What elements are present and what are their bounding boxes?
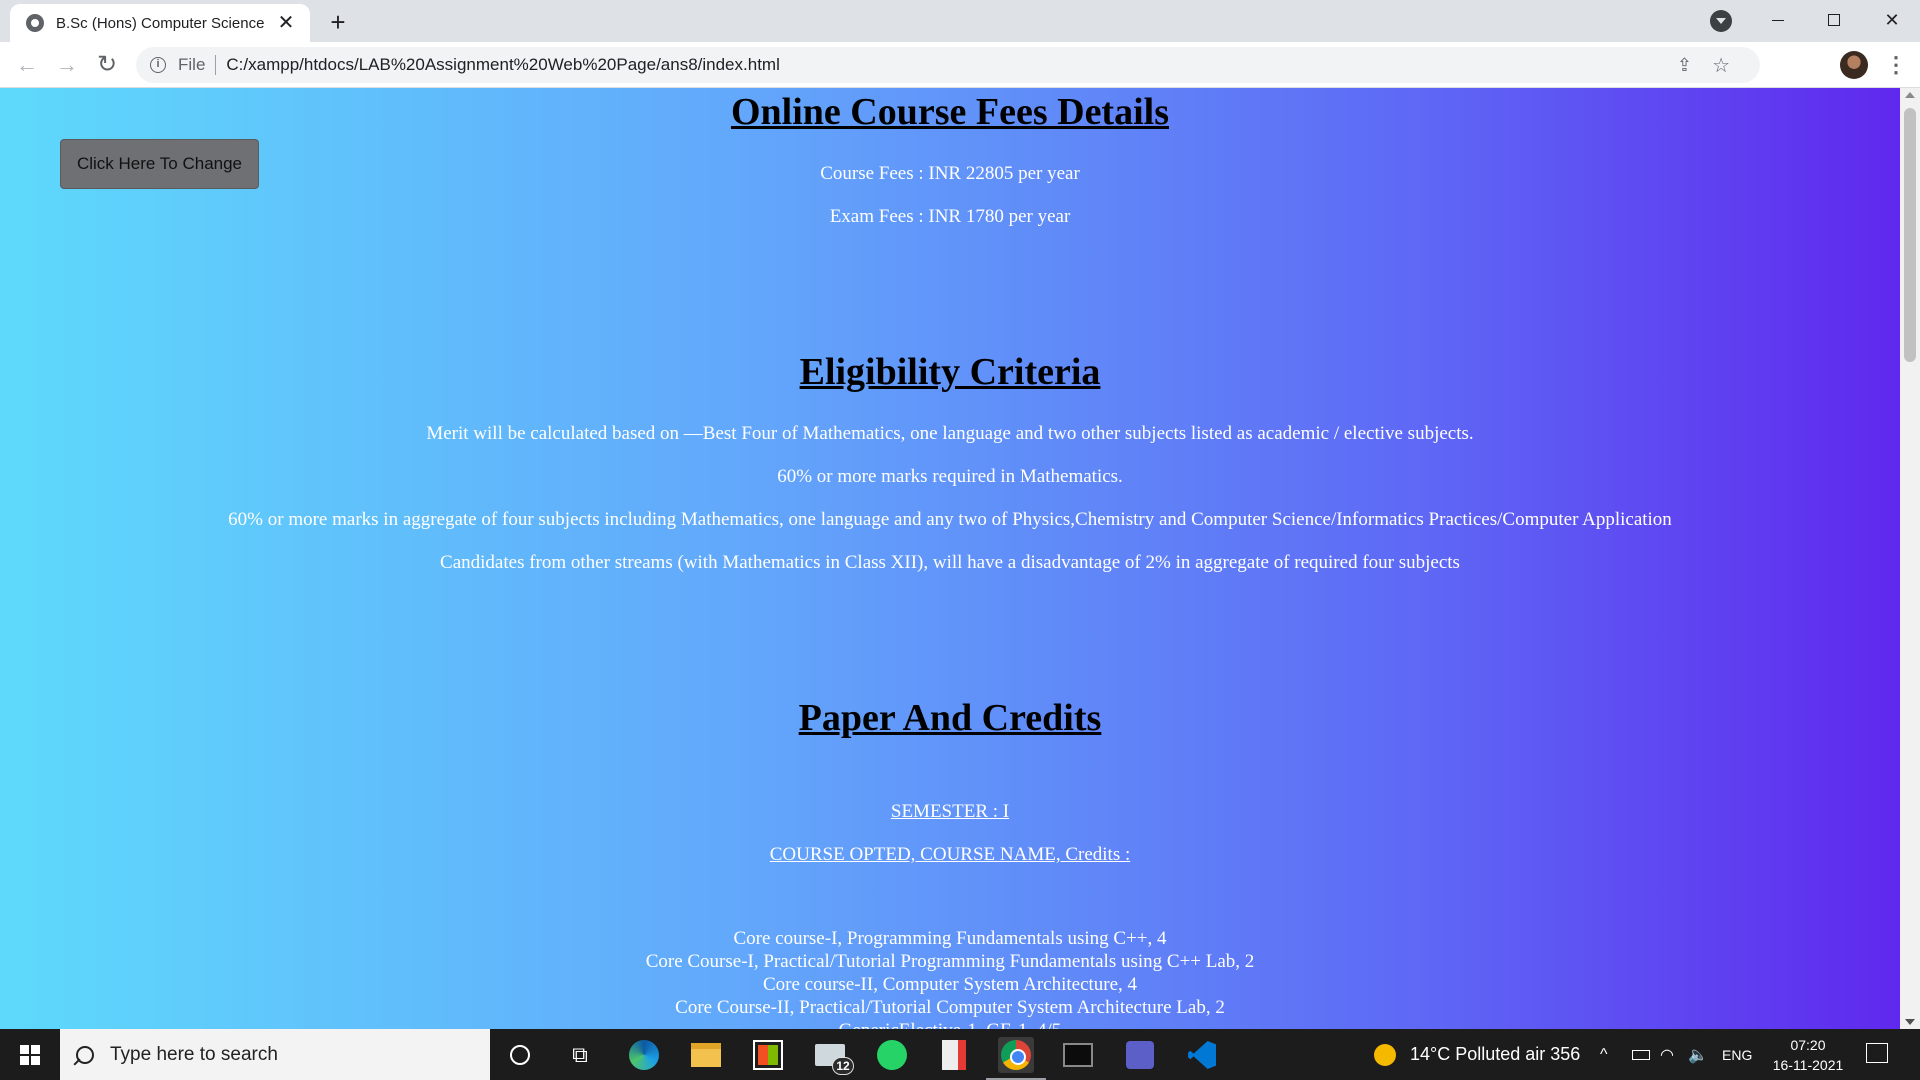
- forward-button[interactable]: →: [52, 50, 82, 80]
- semester-label: SEMESTER : I: [890, 801, 1010, 822]
- new-tab-button[interactable]: +: [322, 6, 354, 38]
- tray-chevron-up-icon[interactable]: ^: [1600, 1029, 1608, 1080]
- vscode-icon: [1188, 1041, 1216, 1069]
- teams-icon: [1126, 1041, 1154, 1069]
- notification-icon[interactable]: [1866, 1043, 1888, 1063]
- fees-heading: Online Course Fees Details: [730, 91, 1169, 133]
- tab-strip: B.Sc (Hons) Computer Science ✕ + ✕: [0, 0, 1920, 42]
- network-icon[interactable]: ◠: [1660, 1029, 1674, 1080]
- minimize-button[interactable]: [1750, 0, 1806, 40]
- terminal-taskbar-button[interactable]: [1060, 1037, 1096, 1073]
- scroll-thumb[interactable]: [1904, 108, 1916, 362]
- folder-icon: [691, 1043, 721, 1067]
- mail-badge: 12: [832, 1057, 854, 1075]
- windows-logo-icon: [20, 1044, 40, 1065]
- edge-icon: [629, 1040, 659, 1070]
- mail-taskbar-button[interactable]: 12: [812, 1037, 854, 1075]
- globe-icon: [26, 14, 44, 32]
- bookmark-star-icon[interactable]: ☆: [1712, 47, 1730, 83]
- course-fees-text: Course Fees : INR 22805 per year: [820, 163, 1080, 184]
- vscode-taskbar-button[interactable]: [1184, 1037, 1220, 1073]
- list-item: Core Course-II, Practical/Tutorial Compu…: [675, 997, 1225, 1018]
- start-button[interactable]: [0, 1029, 60, 1080]
- chrome-icon: [1001, 1040, 1031, 1070]
- eligibility-line: Merit will be calculated based on —Best …: [426, 423, 1474, 444]
- list-item: GenericElective-1, GE-1, 4/5: [0, 1019, 1900, 1029]
- language-indicator[interactable]: ENG: [1722, 1029, 1752, 1080]
- store-taskbar-button[interactable]: [750, 1037, 786, 1073]
- courses-header: COURSE OPTED, COURSE NAME, Credits :: [769, 844, 1131, 865]
- whatsapp-taskbar-button[interactable]: [874, 1037, 910, 1073]
- browser-toolbar: ← → ↻ i File C:/xampp/htdocs/LAB%20Assig…: [0, 42, 1920, 88]
- pdf-icon: [942, 1040, 966, 1070]
- store-icon: [753, 1040, 783, 1070]
- taskbar-search-box[interactable]: Type here to search: [60, 1029, 490, 1080]
- share-icon[interactable]: ⇪: [1677, 47, 1692, 83]
- task-view-button[interactable]: ⧉: [562, 1037, 598, 1073]
- tab-title: B.Sc (Hons) Computer Science: [56, 14, 265, 32]
- profile-avatar[interactable]: [1840, 51, 1868, 79]
- page-viewport: Online Course Fees Details Course Fees :…: [0, 88, 1900, 1029]
- browser-tab[interactable]: B.Sc (Hons) Computer Science ✕: [10, 4, 310, 42]
- volume-icon[interactable]: 🔈: [1688, 1029, 1708, 1080]
- course-list: Core course-I, Programming Fundamentals …: [0, 927, 1900, 1029]
- reload-button[interactable]: ↻: [92, 50, 122, 80]
- restore-icon: [1828, 14, 1840, 26]
- clock[interactable]: 07:20 16-11-2021: [1768, 1029, 1848, 1080]
- eligibility-line: 60% or more marks required in Mathematic…: [777, 466, 1123, 487]
- restore-button[interactable]: [1806, 0, 1862, 40]
- change-button[interactable]: Click Here To Change: [60, 139, 259, 189]
- eligibility-line: 60% or more marks in aggregate of four s…: [228, 509, 1672, 530]
- info-icon[interactable]: i: [150, 57, 166, 73]
- url-text[interactable]: C:/xampp/htdocs/LAB%20Assignment%20Web%2…: [226, 55, 779, 75]
- file-explorer-taskbar-button[interactable]: [688, 1037, 724, 1073]
- back-button[interactable]: ←: [12, 50, 42, 80]
- exam-fees-text: Exam Fees : INR 1780 per year: [829, 206, 1071, 227]
- papers-heading: Paper And Credits: [798, 697, 1102, 739]
- whatsapp-icon: [877, 1040, 907, 1070]
- clock-time: 07:20: [1790, 1036, 1826, 1053]
- window-close-button[interactable]: ✕: [1864, 0, 1920, 40]
- cortana-button[interactable]: [502, 1037, 538, 1073]
- cortana-icon: [510, 1045, 530, 1065]
- close-icon: ✕: [1884, 9, 1900, 30]
- list-item: Core course-I, Programming Fundamentals …: [733, 928, 1167, 949]
- minimize-icon: [1772, 19, 1784, 21]
- weather-text[interactable]: 14°C Polluted air 356: [1410, 1029, 1580, 1080]
- address-bar[interactable]: i File C:/xampp/htdocs/LAB%20Assignment%…: [136, 47, 1760, 83]
- edge-taskbar-button[interactable]: [626, 1037, 662, 1073]
- battery-icon[interactable]: [1632, 1029, 1650, 1080]
- scroll-down-arrow-icon[interactable]: [1905, 1019, 1915, 1025]
- vertical-scrollbar[interactable]: [1900, 88, 1920, 1029]
- weather-sun-icon[interactable]: [1374, 1044, 1396, 1066]
- eligibility-line: Candidates from other streams (with Math…: [440, 552, 1460, 573]
- teams-taskbar-button[interactable]: [1122, 1037, 1158, 1073]
- terminal-icon: [1063, 1043, 1093, 1067]
- eligibility-heading: Eligibility Criteria: [799, 351, 1101, 393]
- list-item: Core Course-I, Practical/Tutorial Progra…: [645, 951, 1255, 972]
- list-item: Core course-II, Computer System Architec…: [762, 974, 1138, 995]
- kebab-menu-icon[interactable]: ⋮: [1884, 52, 1908, 78]
- tab-search-icon[interactable]: [1710, 10, 1732, 32]
- scroll-up-arrow-icon[interactable]: [1905, 92, 1915, 98]
- search-placeholder: Type here to search: [110, 1043, 278, 1065]
- address-separator: [215, 55, 217, 75]
- close-icon[interactable]: ✕: [274, 11, 298, 35]
- file-label: File: [178, 55, 206, 74]
- search-icon: [76, 1045, 94, 1064]
- task-view-icon: ⧉: [572, 1042, 588, 1067]
- pdf-reader-taskbar-button[interactable]: [936, 1037, 972, 1073]
- clock-date: 16-11-2021: [1772, 1056, 1844, 1073]
- taskbar: Type here to search ⧉ 12 14°C Polluted a…: [0, 1029, 1920, 1080]
- chrome-taskbar-button[interactable]: [986, 1037, 1046, 1080]
